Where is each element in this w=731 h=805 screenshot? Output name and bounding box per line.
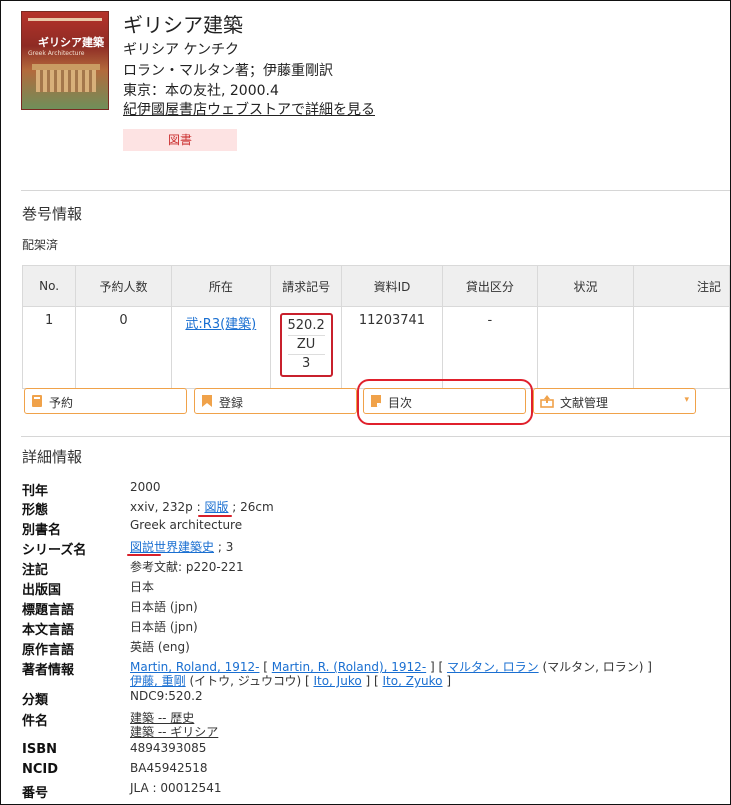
label-text-language: 本文言語 bbox=[22, 623, 75, 638]
label-year: 刊年 bbox=[22, 484, 49, 499]
col-call-number: 請求記号 bbox=[269, 265, 343, 307]
table-row: 1 0 武:R3(建築) 520.2 ZU 3 11203741 - bbox=[21, 306, 730, 389]
underline-annotation bbox=[198, 515, 232, 517]
value-ncid: BA45942518 bbox=[130, 761, 208, 775]
value-title-language: 日本語 (jpn) bbox=[130, 600, 198, 614]
translator-reading: (イトウ, ジュウコウ) bbox=[189, 674, 302, 688]
col-location: 所在 bbox=[170, 265, 271, 307]
col-status: 状況 bbox=[537, 265, 634, 307]
series-volume: ; 3 bbox=[214, 540, 234, 554]
col-note: 注記 bbox=[632, 265, 730, 307]
cell-reservations: 0 bbox=[75, 306, 172, 389]
cover-title: ギリシア建築 bbox=[38, 36, 104, 49]
value-series: 図説世界建築史 ; 3 bbox=[130, 538, 233, 555]
book-cover-image[interactable]: ギリシア建築 Greek Architecture bbox=[21, 11, 109, 110]
call-number-line: ZU bbox=[287, 336, 325, 355]
value-classification: NDC9:520.2 bbox=[130, 689, 203, 703]
value-alt-title: Greek architecture bbox=[130, 518, 243, 532]
label-subject: 件名 bbox=[22, 714, 49, 729]
material-type-badge: 図書 bbox=[123, 129, 237, 151]
form-plates-link[interactable]: 図版 bbox=[204, 500, 228, 514]
reserve-label: 予約 bbox=[49, 396, 74, 410]
form-pages: xxiv, 232p : bbox=[130, 500, 205, 514]
label-classification: 分類 bbox=[22, 693, 49, 708]
label-author-info: 著者情報 bbox=[22, 663, 75, 678]
cell-no: 1 bbox=[21, 306, 77, 389]
label-ncid: NCID bbox=[22, 762, 59, 777]
call-number-box: 520.2 ZU 3 bbox=[279, 313, 333, 377]
holdings-table: No. 予約人数 所在 請求記号 資料ID 貸出区分 状況 注記 1 0 武:R… bbox=[21, 265, 730, 389]
cover-decoration bbox=[28, 18, 102, 21]
label-isbn: ISBN bbox=[22, 742, 57, 757]
call-number-line: 3 bbox=[301, 356, 311, 371]
store-link[interactable]: 紀伊國屋書店ウェブストアで詳細を見る bbox=[123, 99, 375, 119]
cell-note bbox=[632, 306, 730, 389]
divider bbox=[21, 190, 730, 191]
subject-link[interactable]: 建築 -- ギリシア bbox=[130, 723, 218, 740]
cell-loan-type: - bbox=[441, 306, 539, 389]
col-loan-type: 貸出区分 bbox=[441, 265, 539, 307]
value-note: 参考文献: p220-221 bbox=[130, 560, 244, 574]
location-link[interactable]: 武:R3(建築) bbox=[185, 317, 256, 332]
label-alt-title: 別書名 bbox=[22, 523, 62, 538]
reserve-button[interactable]: 予約 bbox=[24, 388, 187, 414]
translator-link[interactable]: 伊藤, 重剛 bbox=[130, 674, 186, 688]
label-note: 注記 bbox=[22, 563, 49, 578]
holdings-header-row: No. 予約人数 所在 請求記号 資料ID 貸出区分 状況 注記 bbox=[21, 265, 730, 307]
cell-call-number: 520.2 ZU 3 bbox=[269, 306, 343, 389]
record-page: ギリシア建築 Greek Architecture ギリシア建築 ギリシア ケン… bbox=[0, 0, 731, 805]
label-number: 番号 bbox=[22, 786, 49, 801]
reserve-icon bbox=[32, 395, 42, 407]
value-country: 日本 bbox=[130, 580, 155, 594]
label-country: 出版国 bbox=[22, 583, 62, 598]
cover-temple-columns bbox=[36, 70, 96, 92]
upload-icon bbox=[540, 395, 554, 408]
reference-manager-label: 文献管理 bbox=[560, 396, 609, 410]
register-button[interactable]: 登録 bbox=[194, 388, 357, 414]
col-item-id: 資料ID bbox=[341, 265, 443, 307]
cell-item-id: 11203741 bbox=[341, 306, 443, 389]
form-size: ; 26cm bbox=[228, 500, 274, 514]
label-title-language: 標題言語 bbox=[22, 603, 75, 618]
author-line-2: 伊藤, 重剛 (イトウ, ジュウコウ) [ Ito, Juko ] [ Ito,… bbox=[130, 674, 452, 688]
register-label: 登録 bbox=[219, 396, 244, 410]
shelf-status: 配架済 bbox=[22, 238, 59, 252]
toc-highlight-annotation bbox=[357, 379, 533, 425]
reference-manager-dropdown[interactable]: 文献管理 ▾ bbox=[533, 388, 696, 414]
authors: ロラン・マルタン著；伊藤重剛訳 bbox=[123, 63, 333, 79]
publication: 東京：本の友社, 2000.4 bbox=[123, 83, 279, 99]
translator-alt-link[interactable]: Ito, Zyuko bbox=[383, 674, 443, 688]
label-original-language: 原作言語 bbox=[22, 643, 75, 658]
label-form: 形態 bbox=[22, 503, 49, 518]
divider bbox=[21, 436, 730, 437]
underline-annotation bbox=[127, 554, 161, 556]
value-text-language: 日本語 (jpn) bbox=[130, 620, 198, 634]
translator-alt-link[interactable]: Ito, Juko bbox=[313, 674, 361, 688]
cell-status bbox=[537, 306, 634, 389]
chevron-down-icon: ▾ bbox=[684, 395, 689, 405]
value-original-language: 英語 (eng) bbox=[130, 640, 190, 654]
details-section-title: 詳細情報 bbox=[22, 448, 83, 466]
call-number-line: 520.2 bbox=[287, 317, 325, 336]
series-link[interactable]: 図説世界建築史 bbox=[130, 540, 214, 554]
value-form: xxiv, 232p : 図版 ; 26cm bbox=[130, 498, 274, 515]
cell-location-wrapper: 武:R3(建築) bbox=[170, 306, 271, 389]
author-kana-link[interactable]: マルタン, ロラン bbox=[447, 660, 539, 674]
label-series: シリーズ名 bbox=[22, 543, 87, 558]
title-reading: ギリシア ケンチク bbox=[123, 42, 240, 58]
volume-section-title: 巻号情報 bbox=[22, 205, 83, 223]
col-reservations: 予約人数 bbox=[75, 265, 172, 307]
col-no: No. bbox=[21, 265, 77, 307]
bookmark-icon bbox=[202, 395, 212, 407]
author-kana-reading: (マルタン, ロラン) bbox=[542, 660, 644, 674]
value-isbn: 4894393085 bbox=[130, 741, 207, 755]
cover-subtitle: Greek Architecture bbox=[28, 50, 85, 57]
book-title: ギリシア建築 bbox=[123, 13, 243, 37]
value-number: JLA : 00012541 bbox=[130, 781, 222, 795]
value-year: 2000 bbox=[130, 480, 161, 494]
